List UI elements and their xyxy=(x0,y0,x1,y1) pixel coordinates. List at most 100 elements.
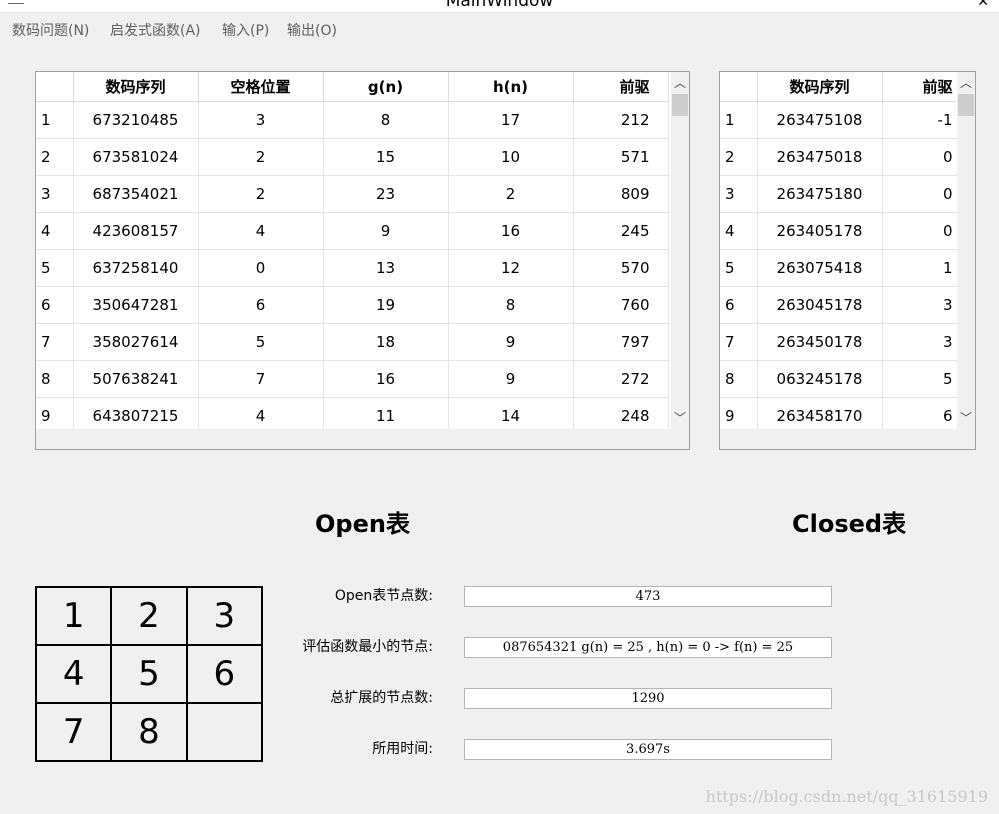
closed-header-predecessor[interactable]: 前驱 xyxy=(882,72,958,102)
open-table-cell[interactable]: 16 xyxy=(323,360,449,398)
open-header-g[interactable]: g(n) xyxy=(323,72,449,102)
open-table-cell[interactable]: 17 xyxy=(448,101,574,139)
open-table-cell[interactable]: 4 xyxy=(198,212,324,250)
chevron-down-icon[interactable]: ﹀ xyxy=(671,409,689,427)
open-table-cell[interactable]: 571 xyxy=(573,138,669,176)
closed-table-cell[interactable]: 0 xyxy=(882,175,958,213)
open-table-cell[interactable]: 19 xyxy=(323,286,449,324)
open-header-sequence[interactable]: 数码序列 xyxy=(73,72,199,102)
closed-corner-header[interactable] xyxy=(720,72,758,102)
close-icon[interactable]: ✕ xyxy=(977,0,989,10)
open-table-cell[interactable]: 350647281 xyxy=(73,286,199,324)
closed-table-cell[interactable]: 3 xyxy=(882,286,958,324)
open-table-cell[interactable]: 10 xyxy=(448,138,574,176)
closed-table-cell[interactable]: 263475180 xyxy=(757,175,883,213)
open-table-cell[interactable]: 6 xyxy=(198,286,324,324)
open-table-cell[interactable]: 760 xyxy=(573,286,669,324)
closed-table-cell[interactable]: 3 xyxy=(882,323,958,361)
open-table-cell[interactable]: 212 xyxy=(573,101,669,139)
elapsed-time-field[interactable]: 3.697s xyxy=(464,739,832,760)
closed-table-cell[interactable]: 263405178 xyxy=(757,212,883,250)
open-table-cell[interactable]: 13 xyxy=(323,249,449,287)
closed-table-cell[interactable]: 263075418 xyxy=(757,249,883,287)
closed-table-row[interactable]: 1 263475108 -1 xyxy=(720,101,958,139)
closed-table-cell[interactable]: 5 xyxy=(882,360,958,398)
open-table-row[interactable]: 8 507638241 7 16 9 272 xyxy=(36,360,669,398)
open-row-header[interactable]: 5 xyxy=(36,249,74,287)
open-table-row[interactable]: 4 423608157 4 9 16 245 xyxy=(36,212,669,250)
open-table-row[interactable]: 7 358027614 5 18 9 797 xyxy=(36,323,669,361)
closed-row-header[interactable]: 3 xyxy=(720,175,758,213)
closed-table-scrollbar[interactable]: ︿ ﹀ xyxy=(957,72,975,429)
closed-table-cell[interactable]: 263475108 xyxy=(757,101,883,139)
min-eval-node-field[interactable]: 087654321 g(n) = 25 , h(n) = 0 -> f(n) =… xyxy=(464,637,832,658)
open-table-cell[interactable]: 3 xyxy=(198,101,324,139)
open-table-cell[interactable]: 9 xyxy=(323,212,449,250)
open-table-cell[interactable]: 245 xyxy=(573,212,669,250)
open-row-header[interactable]: 1 xyxy=(36,101,74,139)
closed-table-cell[interactable]: 0 xyxy=(882,212,958,250)
open-table-scrollbar[interactable]: ︿ ﹀ xyxy=(671,72,689,429)
open-table-cell[interactable]: 507638241 xyxy=(73,360,199,398)
open-corner-header[interactable] xyxy=(36,72,74,102)
closed-header-sequence[interactable]: 数码序列 xyxy=(757,72,883,102)
open-table-cell[interactable]: 23 xyxy=(323,175,449,213)
open-table[interactable]: 数码序列 空格位置 g(n) h(n) 前驱 1 673210485 3 8 17 212… xyxy=(35,71,690,450)
open-row-header[interactable]: 2 xyxy=(36,138,74,176)
open-table-cell[interactable]: 687354021 xyxy=(73,175,199,213)
open-row-header[interactable]: 7 xyxy=(36,323,74,361)
closed-table-row[interactable]: 3 263475180 0 xyxy=(720,175,958,213)
closed-table-row[interactable]: 5 263075418 1 xyxy=(720,249,958,287)
open-table-cell[interactable]: 9 xyxy=(448,323,574,361)
open-table-cell[interactable]: 12 xyxy=(448,249,574,287)
closed-row-header[interactable]: 5 xyxy=(720,249,758,287)
open-table-cell[interactable]: 423608157 xyxy=(73,212,199,250)
closed-table-row[interactable]: 7 263450178 3 xyxy=(720,323,958,361)
menu-output[interactable]: 输出(O) xyxy=(287,20,337,40)
closed-row-header[interactable]: 7 xyxy=(720,323,758,361)
closed-table-row[interactable]: 4 263405178 0 xyxy=(720,212,958,250)
open-table-cell[interactable]: 673210485 xyxy=(73,101,199,139)
open-table-row[interactable]: 1 673210485 3 8 17 212 xyxy=(36,101,669,139)
closed-table-cell[interactable]: 0 xyxy=(882,138,958,176)
closed-table-row[interactable]: 6 263045178 3 xyxy=(720,286,958,324)
open-table-cell[interactable]: 2 xyxy=(198,175,324,213)
open-table-cell[interactable]: 797 xyxy=(573,323,669,361)
open-table-cell[interactable]: 358027614 xyxy=(73,323,199,361)
open-table-cell[interactable]: 8 xyxy=(323,101,449,139)
closed-row-header[interactable]: 1 xyxy=(720,101,758,139)
open-table-row[interactable]: 2 673581024 2 15 10 571 xyxy=(36,138,669,176)
open-header-h[interactable]: h(n) xyxy=(448,72,574,102)
closed-row-header[interactable]: 6 xyxy=(720,286,758,324)
open-count-field[interactable]: 473 xyxy=(464,586,832,607)
open-scroll-thumb[interactable] xyxy=(672,94,688,116)
open-table-cell[interactable]: 18 xyxy=(323,323,449,361)
open-table-cell[interactable]: 2 xyxy=(198,138,324,176)
menu-digit-problem[interactable]: 数码问题(N) xyxy=(12,20,89,40)
open-table-cell[interactable]: 0 xyxy=(198,249,324,287)
menu-heuristic-function[interactable]: 启发式函数(A) xyxy=(110,20,201,40)
open-table-cell[interactable]: 673581024 xyxy=(73,138,199,176)
closed-scroll-thumb[interactable] xyxy=(958,94,974,116)
open-table-cell[interactable]: 637258140 xyxy=(73,249,199,287)
open-table-cell[interactable]: 9 xyxy=(448,360,574,398)
closed-table-cell[interactable]: -1 xyxy=(882,101,958,139)
open-table-cell[interactable]: 7 xyxy=(198,360,324,398)
closed-table-cell[interactable]: 263450178 xyxy=(757,323,883,361)
closed-row-header[interactable]: 8 xyxy=(720,360,758,398)
chevron-up-icon[interactable]: ︿ xyxy=(671,74,689,92)
open-table-row[interactable]: 6 350647281 6 19 8 760 xyxy=(36,286,669,324)
open-table-cell[interactable]: 16 xyxy=(448,212,574,250)
open-row-header[interactable]: 3 xyxy=(36,175,74,213)
open-header-blank-pos[interactable]: 空格位置 xyxy=(198,72,324,102)
open-table-cell[interactable]: 570 xyxy=(573,249,669,287)
menu-input[interactable]: 输入(P) xyxy=(222,20,269,40)
open-row-header[interactable]: 4 xyxy=(36,212,74,250)
chevron-down-icon[interactable]: ﹀ xyxy=(957,409,975,427)
open-row-header[interactable]: 8 xyxy=(36,360,74,398)
open-table-cell[interactable]: 809 xyxy=(573,175,669,213)
open-header-predecessor[interactable]: 前驱 xyxy=(573,72,669,102)
open-row-header[interactable]: 6 xyxy=(36,286,74,324)
expanded-count-field[interactable]: 1290 xyxy=(464,688,832,709)
open-table-cell[interactable]: 15 xyxy=(323,138,449,176)
